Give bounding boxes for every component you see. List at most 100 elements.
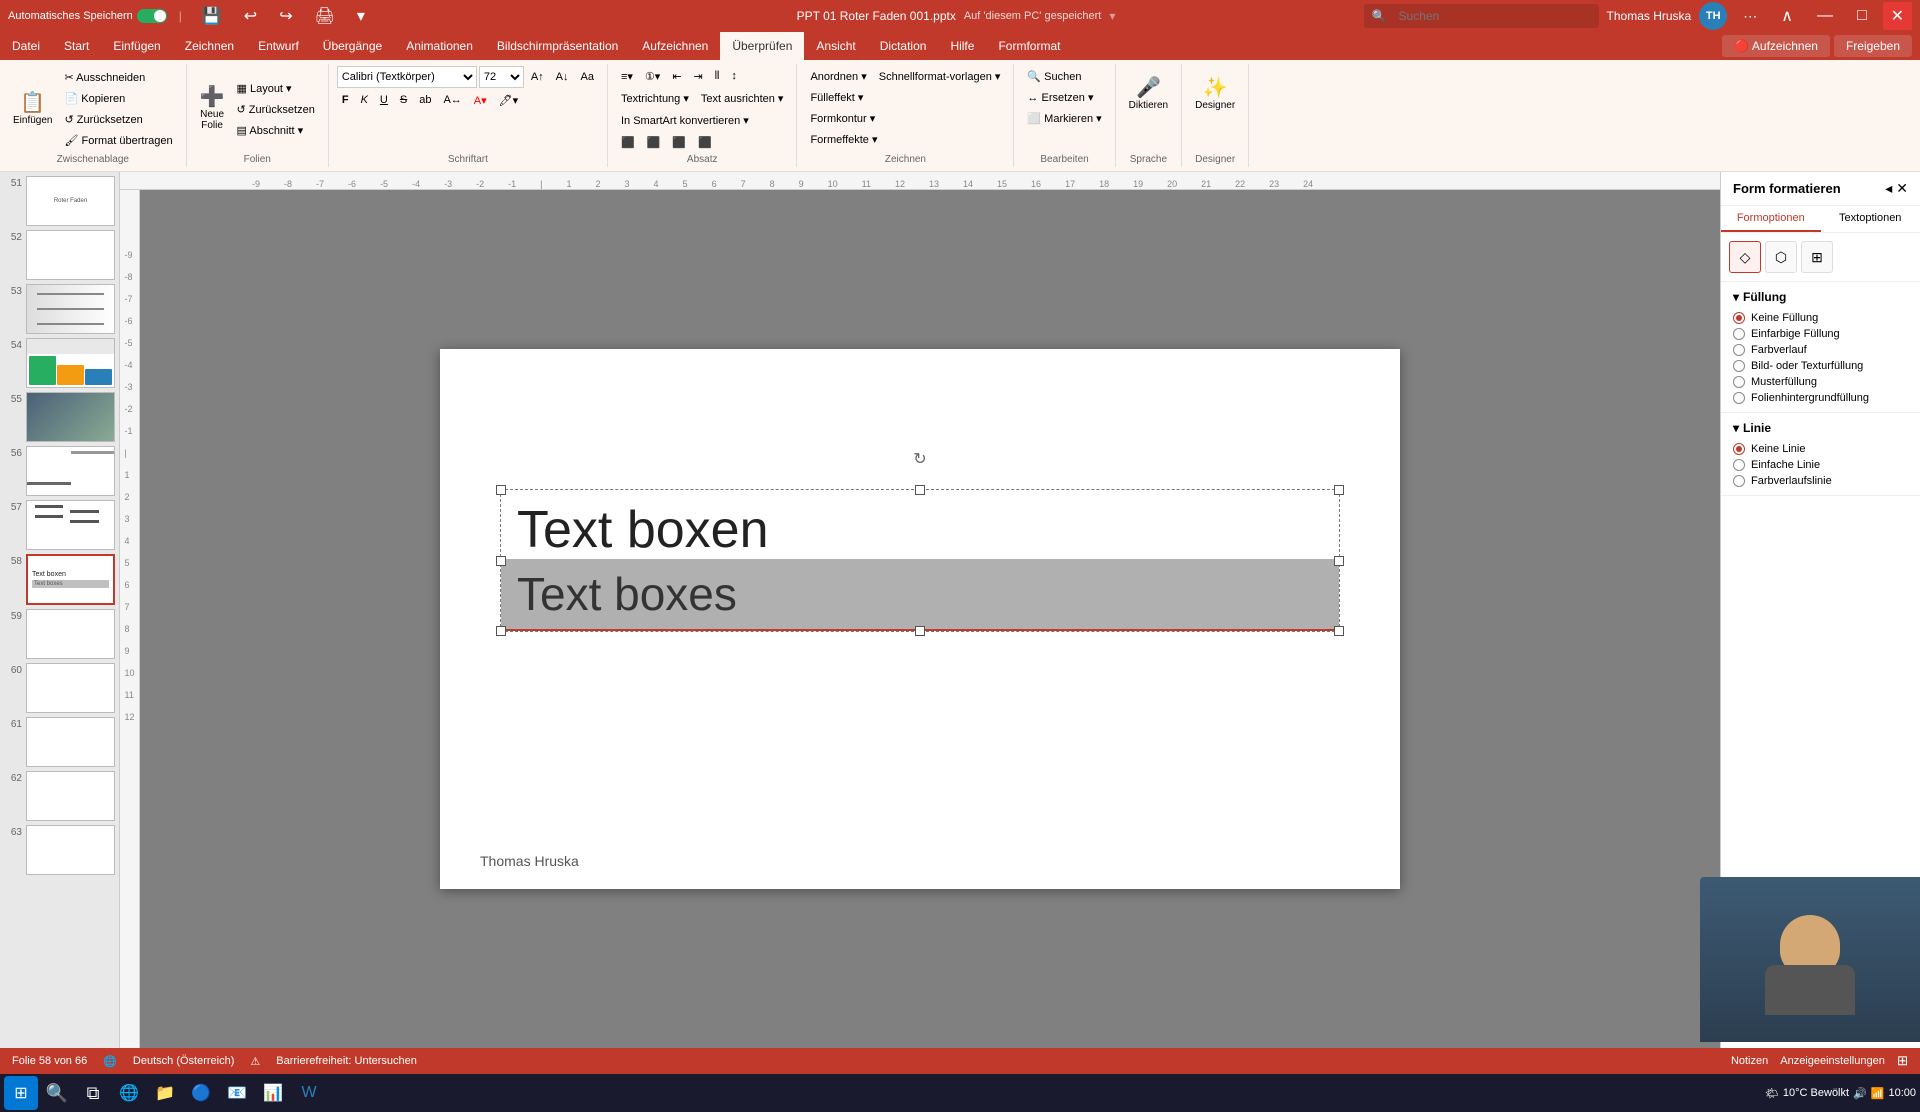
tab-zeichnen[interactable]: Zeichnen [173, 32, 246, 60]
strikethrough-button[interactable]: S [395, 90, 412, 110]
text-align-button[interactable]: Text ausrichten ▾ [696, 88, 789, 108]
radio-farbverlauf[interactable]: Farbverlauf [1733, 344, 1908, 356]
panel-icon-grosse[interactable]: ⊞ [1801, 241, 1833, 273]
justify-button[interactable]: ⬛ [693, 132, 717, 152]
slide-canvas[interactable]: -9-8-7-6-5 -4-3-2-1| 12345 678910 1112 ↻ [120, 190, 1720, 1048]
ersetzen-button[interactable]: ↔ Ersetzen ▾ [1022, 87, 1106, 107]
search-taskbar-button[interactable]: 🔍 [40, 1076, 74, 1110]
align-center-button[interactable]: ⬛ [642, 132, 666, 152]
autosave-toggle[interactable]: Automatisches Speichern [8, 9, 167, 23]
tab-start[interactable]: Start [52, 32, 101, 60]
slide-thumb-60[interactable]: 60 [4, 663, 115, 713]
zoom-button[interactable]: ⊞ [1897, 1053, 1908, 1069]
radio-keine-linie[interactable]: Keine Linie [1733, 443, 1908, 455]
network-icon[interactable]: 📶 [1871, 1087, 1885, 1100]
handle-bc[interactable] [915, 626, 925, 636]
underline-button[interactable]: U [375, 90, 393, 110]
panel-collapse-button[interactable]: ◂ [1885, 180, 1892, 197]
radio-folienhintergrund[interactable]: Folienhintergrundfüllung [1733, 392, 1908, 404]
slide-thumb-52[interactable]: 52 [4, 230, 115, 280]
task-view-button[interactable]: ⧉ [76, 1076, 110, 1110]
maximize-button[interactable]: □ [1849, 3, 1875, 29]
slide-thumb-54[interactable]: 54 [4, 338, 115, 388]
freigeben-button[interactable]: Freigeben [1834, 35, 1912, 57]
edge-button[interactable]: 🌐 [112, 1076, 146, 1110]
radio-muster-fullung[interactable]: Musterfüllung [1733, 376, 1908, 388]
anordnen-button[interactable]: Anordnen ▾ [805, 66, 871, 86]
search-input[interactable] [1391, 6, 1591, 26]
diktieren-button[interactable]: 🎤 Diktieren [1124, 66, 1173, 122]
paste-button[interactable]: 📋 Einfügen [8, 81, 57, 137]
user-avatar[interactable]: TH [1699, 2, 1727, 30]
redo-button[interactable]: ↪ [271, 2, 300, 30]
radio-einfache-linie[interactable]: Einfache Linie [1733, 459, 1908, 471]
increase-indent-button[interactable]: ⇥ [689, 66, 708, 86]
view-settings-button[interactable]: Anzeigeeinstellungen [1780, 1055, 1885, 1067]
slide-thumb-55[interactable]: 55 [4, 392, 115, 442]
aufzeichnen-button[interactable]: 🔴 Aufzeichnen [1722, 35, 1830, 57]
slide-thumb-61[interactable]: 61 [4, 717, 115, 767]
column-button[interactable]: ⫴ [710, 66, 725, 86]
char-spacing-button[interactable]: A↔ [438, 90, 466, 110]
rotation-handle[interactable]: ↻ [910, 449, 930, 469]
radio-keine-fullung[interactable]: Keine Füllung [1733, 312, 1908, 324]
notes-button[interactable]: Notizen [1731, 1055, 1768, 1067]
handle-bl[interactable] [496, 626, 506, 636]
tab-bildschirm[interactable]: Bildschirmpräsentation [485, 32, 630, 60]
fulleffekt-button[interactable]: Fülleffekt ▾ [805, 87, 868, 107]
autosave-switch[interactable] [137, 9, 167, 23]
panel-close-button[interactable]: ✕ [1896, 180, 1908, 197]
italic-button[interactable]: K [356, 90, 373, 110]
tab-hilfe[interactable]: Hilfe [938, 32, 986, 60]
decrease-font-button[interactable]: A↓ [551, 67, 574, 87]
text-box-content[interactable]: Text boxen [501, 490, 1339, 559]
font-size-select[interactable]: 72 [479, 66, 524, 88]
cut-button[interactable]: ✂ Ausschneiden [59, 68, 177, 88]
panel-tab-formoptionen[interactable]: Formoptionen [1721, 206, 1821, 232]
align-right-button[interactable]: ⬛ [667, 132, 691, 152]
increase-font-button[interactable]: A↑ [526, 67, 549, 87]
panel-tab-textoptionen[interactable]: Textoptionen [1821, 206, 1920, 232]
radio-farbverlaufslinie[interactable]: Farbverlaufslinie [1733, 475, 1908, 487]
tab-ansicht[interactable]: Ansicht [804, 32, 867, 60]
tab-uberprufen[interactable]: Überprüfen [720, 32, 804, 60]
reset-button[interactable]: ↺ Zurücksetzen [59, 110, 177, 130]
line-spacing-button[interactable]: ↕ [726, 66, 742, 86]
slide-thumb-58[interactable]: 58 Text boxen Text boxes [4, 554, 115, 604]
handle-br[interactable] [1334, 626, 1344, 636]
neue-folie-button[interactable]: ➕ NeueFolie [195, 81, 230, 137]
ribbon-collapse-button[interactable]: ∧ [1773, 2, 1801, 30]
formkontur-button[interactable]: Formkontur ▾ [805, 108, 880, 128]
close-button[interactable]: ✕ [1883, 2, 1912, 30]
schnellformat-button[interactable]: Schnellformat-vorlagen ▾ [874, 66, 1006, 86]
slide-thumb-56[interactable]: 56 [4, 446, 115, 496]
tab-datei[interactable]: Datei [0, 32, 52, 60]
slide-container[interactable]: ↻ Text boxen [440, 349, 1400, 889]
radio-bild-textur[interactable]: Bild- oder Texturfüllung [1733, 360, 1908, 372]
slide-thumb-57[interactable]: 57 [4, 500, 115, 550]
handle-tc[interactable] [915, 485, 925, 495]
speaker-icon[interactable]: 🔊 [1853, 1087, 1867, 1100]
tab-formformat[interactable]: Formformat [986, 32, 1072, 60]
zurucksetzen-button[interactable]: ↺ Zurücksetzen [232, 99, 320, 119]
formeffekte-button[interactable]: Formeffekte ▾ [805, 129, 882, 149]
handle-tl[interactable] [496, 485, 506, 495]
fullung-section-header[interactable]: ▾ Füllung [1733, 290, 1908, 304]
tab-einfugen[interactable]: Einfügen [101, 32, 172, 60]
handle-tr[interactable] [1334, 485, 1344, 495]
quick-print-button[interactable]: 🖨 [307, 2, 343, 30]
panel-icon-fullung[interactable]: ◇ [1729, 241, 1761, 273]
text-direction-button[interactable]: Textrichtung ▾ [616, 88, 694, 108]
slide-thumb-63[interactable]: 63 [4, 825, 115, 875]
tab-entwurf[interactable]: Entwurf [246, 32, 311, 60]
text-box-secondary[interactable]: Text boxes [501, 559, 1339, 631]
panel-icon-effekte[interactable]: ⬡ [1765, 241, 1797, 273]
shadow-button[interactable]: ab [414, 90, 436, 110]
slide-panel[interactable]: 51 Roter Faden 52 53 54 [0, 172, 120, 1048]
font-color-button[interactable]: A▾ [469, 90, 492, 110]
slide-thumb-53[interactable]: 53 [4, 284, 115, 334]
suchen-button[interactable]: 🔍 Suchen [1022, 66, 1106, 86]
powerpoint-button[interactable]: 📊 [256, 1076, 290, 1110]
minimize-button[interactable]: — [1809, 3, 1841, 29]
tab-dictation[interactable]: Dictation [868, 32, 939, 60]
